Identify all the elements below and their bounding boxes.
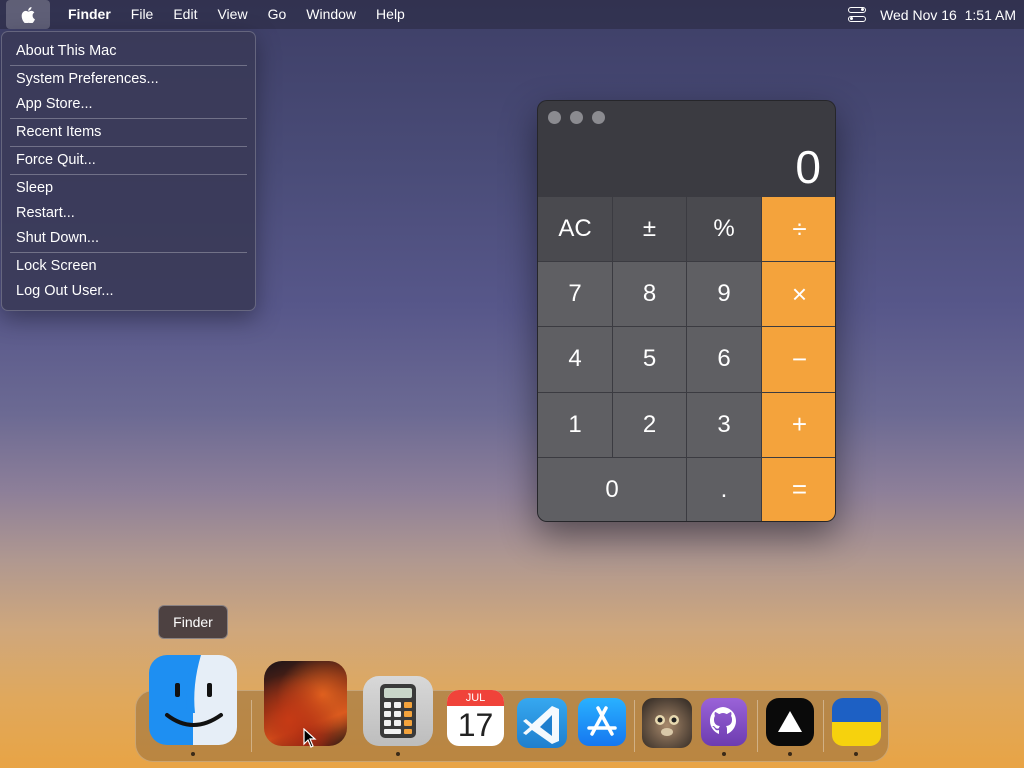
menu-item-app-store[interactable]: App Store...	[2, 92, 255, 117]
running-indicator	[396, 752, 400, 756]
key-all-clear[interactable]: AC	[538, 197, 613, 263]
calculator-icon[interactable]	[363, 676, 433, 746]
running-indicator	[788, 752, 792, 756]
menu-edit[interactable]: Edit	[163, 0, 207, 29]
menu-item-recent-items[interactable]: Recent Items	[2, 120, 255, 145]
vscode-glyph-icon	[523, 706, 559, 744]
vscode-icon[interactable]	[517, 698, 567, 748]
menu-separator	[10, 174, 247, 175]
key-5[interactable]: 5	[613, 327, 687, 393]
menu-item-lock-screen[interactable]: Lock Screen	[2, 254, 255, 279]
apple-logo-icon	[21, 6, 35, 23]
menu-view[interactable]: View	[207, 0, 257, 29]
menu-item-about-this-mac[interactable]: About This Mac	[2, 39, 255, 64]
app-store-icon[interactable]	[578, 698, 626, 746]
dock-divider	[251, 700, 252, 752]
cat-face-icon	[655, 715, 679, 736]
menu-separator	[10, 65, 247, 66]
key-decimal[interactable]: .	[687, 457, 762, 521]
dock-divider	[823, 700, 824, 752]
key-9[interactable]: 9	[687, 262, 762, 328]
vercel-triangle-icon	[778, 711, 802, 732]
control-center-icon[interactable]	[848, 6, 867, 23]
dock-tooltip: Finder	[158, 605, 228, 639]
menu-separator	[10, 118, 247, 119]
calendar-icon[interactable]: JUL 17	[447, 690, 504, 746]
minimize-window-button[interactable]	[570, 111, 583, 124]
dock-divider	[757, 700, 758, 752]
apple-dropdown-menu: About This Mac System Preferences... App…	[1, 31, 256, 311]
key-plus[interactable]: +	[762, 392, 835, 458]
menu-bar: Finder File Edit View Go Window Help Wed…	[0, 0, 1024, 29]
finder-face-icon	[165, 655, 223, 727]
ukraine-flag-icon[interactable]	[832, 698, 881, 746]
key-percent[interactable]: %	[687, 197, 762, 263]
key-multiply[interactable]: ×	[762, 262, 835, 328]
dock-divider	[634, 700, 635, 752]
key-plus-minus[interactable]: ±	[613, 197, 687, 263]
key-4[interactable]: 4	[538, 327, 613, 393]
menu-separator	[10, 252, 247, 253]
key-3[interactable]: 3	[687, 392, 762, 458]
key-1[interactable]: 1	[538, 392, 613, 458]
menu-go[interactable]: Go	[258, 0, 297, 29]
calculator-titlebar[interactable]	[538, 101, 835, 135]
finder-icon[interactable]	[149, 655, 237, 745]
calculator-keypad: AC ± % ÷ 7 8 9 × 4 5 6 − 1 2 3 + 0 . =	[538, 197, 835, 521]
calendar-month: JUL	[447, 690, 504, 706]
key-0[interactable]: 0	[538, 457, 687, 521]
calendar-day: 17	[457, 707, 494, 743]
calculator-glyph-icon	[380, 684, 416, 738]
menu-window[interactable]: Window	[296, 0, 366, 29]
menu-item-log-out[interactable]: Log Out User...	[2, 279, 255, 304]
menu-item-shut-down[interactable]: Shut Down...	[2, 226, 255, 251]
menu-item-force-quit[interactable]: Force Quit...	[2, 148, 255, 173]
key-minus[interactable]: −	[762, 327, 835, 393]
menu-item-sleep[interactable]: Sleep	[2, 176, 255, 201]
menu-separator	[10, 146, 247, 147]
github-desktop-icon[interactable]	[701, 698, 747, 746]
running-indicator	[722, 752, 726, 756]
menu-item-system-preferences[interactable]: System Preferences...	[2, 67, 255, 92]
menu-app-name[interactable]: Finder	[58, 0, 121, 29]
vercel-icon[interactable]	[766, 698, 814, 746]
github-octocat-icon	[710, 707, 736, 734]
key-equals[interactable]: =	[762, 457, 835, 521]
key-divide[interactable]: ÷	[762, 197, 835, 263]
calculator-display: 0	[795, 141, 821, 193]
menubar-clock[interactable]: Wed Nov 16 1:51 AM	[880, 7, 1016, 23]
menu-item-restart[interactable]: Restart...	[2, 201, 255, 226]
key-7[interactable]: 7	[538, 262, 613, 328]
key-6[interactable]: 6	[687, 327, 762, 393]
menu-help[interactable]: Help	[366, 0, 415, 29]
running-indicator	[191, 752, 195, 756]
cat-app-icon[interactable]	[642, 698, 692, 748]
apple-menu-button[interactable]	[6, 0, 50, 29]
close-window-button[interactable]	[548, 111, 561, 124]
app-store-glyph-icon	[587, 706, 617, 736]
calculator-window: 0 AC ± % ÷ 7 8 9 × 4 5 6 − 1 2 3 + 0 . =	[537, 100, 836, 522]
key-2[interactable]: 2	[613, 392, 687, 458]
running-indicator	[854, 752, 858, 756]
menu-file[interactable]: File	[121, 0, 164, 29]
mouse-cursor-icon	[303, 728, 317, 748]
menubar-status-area: Wed Nov 16 1:51 AM	[848, 0, 1016, 29]
key-8[interactable]: 8	[613, 262, 687, 328]
zoom-window-button[interactable]	[592, 111, 605, 124]
